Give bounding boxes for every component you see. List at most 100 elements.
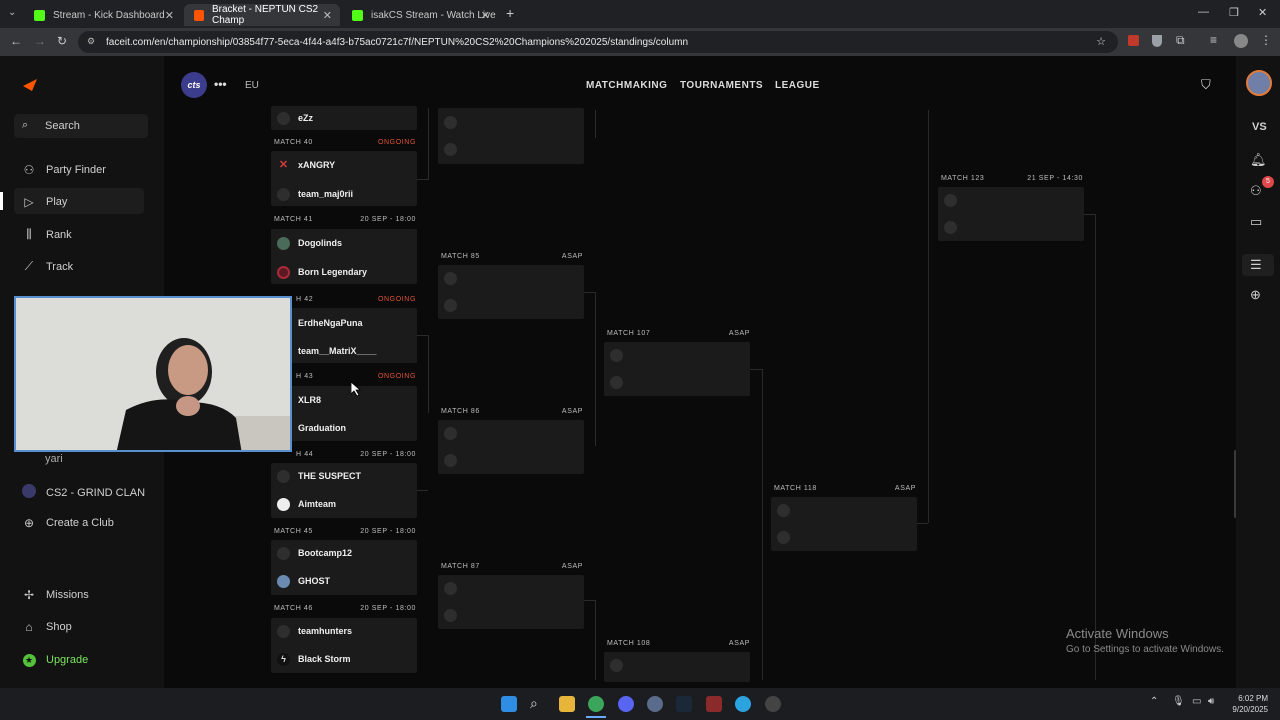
close-tab-icon[interactable]: ✕ xyxy=(481,9,490,22)
telegram-icon[interactable] xyxy=(735,696,751,712)
user-avatar[interactable] xyxy=(1246,70,1272,96)
match-card[interactable]: ErdheNgaPuna team__MatriX____ xyxy=(271,308,417,363)
taskbar-search-icon[interactable]: ⌕ xyxy=(530,695,538,712)
tab-list-icon[interactable]: ⌄ xyxy=(8,7,16,18)
app-record-icon[interactable] xyxy=(765,696,781,712)
add-friend-icon[interactable]: ⊕ xyxy=(1250,287,1261,303)
browser-menu-icon[interactable]: ⋮ xyxy=(1260,33,1272,47)
sidebar-item-shop[interactable]: ⌂ Shop xyxy=(20,620,71,634)
volume-icon[interactable]: 🔊︎ xyxy=(1208,696,1214,707)
network-icon[interactable]: ▭ xyxy=(1192,696,1201,707)
team-row-empty[interactable] xyxy=(444,112,465,132)
team-row-empty[interactable] xyxy=(444,295,465,315)
match-card[interactable]: XLR8 Graduation xyxy=(271,386,417,441)
team-row-empty[interactable] xyxy=(777,500,798,520)
tab-bracket[interactable]: Bracket - NEPTUN CS2 Champ ✕ xyxy=(184,4,340,26)
sidebar-item-play[interactable]: ▷ Play xyxy=(20,195,67,209)
team-row-empty[interactable] xyxy=(944,190,965,210)
match-card[interactable]: Dogolinds Born Legendary xyxy=(271,229,417,284)
minimize-icon[interactable]: — xyxy=(1198,6,1209,18)
sidebar-item-party-finder[interactable]: ⚇ Party Finder xyxy=(20,163,106,177)
team-row-empty[interactable] xyxy=(444,423,465,443)
match-card[interactable] xyxy=(604,342,750,396)
microphone-icon[interactable]: 🎙︎ xyxy=(1172,696,1185,707)
url-field[interactable]: ⚙ faceit.com/en/championship/03854f77-5e… xyxy=(78,31,1118,53)
sidebar-item-missions[interactable]: ✢ Missions xyxy=(20,588,89,602)
team-row[interactable]: ϟ Black Storm xyxy=(277,649,351,669)
nav-league[interactable]: LEAGUE xyxy=(775,80,820,91)
match-card[interactable] xyxy=(938,187,1084,241)
team-row-empty[interactable] xyxy=(610,345,631,365)
team-row[interactable]: teamhunters xyxy=(277,621,352,641)
team-row-empty[interactable] xyxy=(444,605,465,625)
discord-icon[interactable] xyxy=(618,696,634,712)
taskbar-clock-date[interactable]: 9/20/2025 xyxy=(1226,705,1268,714)
match-card[interactable] xyxy=(438,575,584,629)
vs-button[interactable]: VS xyxy=(1252,121,1267,133)
sidebar-item-upgrade[interactable]: ★ Upgrade xyxy=(20,652,88,667)
extensions-icon[interactable]: ⧉ xyxy=(1176,33,1185,48)
app-icon[interactable] xyxy=(647,696,663,712)
close-window-icon[interactable]: ✕ xyxy=(1258,6,1267,19)
team-row-empty[interactable] xyxy=(444,450,465,470)
nav-matchmaking[interactable]: MATCHMAKING xyxy=(586,80,667,91)
team-row-empty[interactable] xyxy=(610,372,631,392)
team-row[interactable]: team_maj0rii xyxy=(277,184,353,204)
profile-avatar-icon[interactable] xyxy=(1234,34,1248,48)
taskbar-clock-time[interactable]: 6:02 PM xyxy=(1232,694,1268,703)
friends-icon[interactable]: ⚇ xyxy=(1250,183,1262,199)
party-list-icon[interactable]: ☰ xyxy=(1250,257,1262,273)
extension-red-icon[interactable] xyxy=(1128,35,1139,46)
team-row-empty[interactable] xyxy=(944,217,965,237)
team-row-empty[interactable] xyxy=(444,578,465,598)
back-icon[interactable]: ← xyxy=(10,34,22,48)
team-row[interactable]: GHOST xyxy=(277,571,330,591)
shopping-bag-icon[interactable]: ⛉ xyxy=(1201,77,1211,93)
start-button-icon[interactable] xyxy=(501,696,517,712)
match-card[interactable] xyxy=(438,265,584,319)
forward-icon[interactable]: → xyxy=(34,34,46,48)
match-card[interactable]: THE SUSPECT Aimteam xyxy=(271,463,417,518)
shield-extension-icon[interactable] xyxy=(1152,35,1162,47)
match-card[interactable]: eZz xyxy=(271,106,417,130)
new-tab-icon[interactable]: + xyxy=(506,5,514,21)
tray-chevron-icon[interactable]: ⌃ xyxy=(1150,696,1158,707)
search-input[interactable]: ⌕ Search xyxy=(14,114,148,138)
team-row-empty[interactable] xyxy=(444,268,465,288)
reload-icon[interactable]: ↻ xyxy=(57,34,67,48)
faceit-logo-icon[interactable] xyxy=(22,78,38,92)
region-label[interactable]: EU xyxy=(245,80,259,91)
team-row[interactable]: THE SUSPECT xyxy=(277,466,361,486)
team-row[interactable]: Aimteam xyxy=(277,494,336,514)
app-shield-icon[interactable] xyxy=(706,696,722,712)
team-row-empty[interactable] xyxy=(444,139,465,159)
team-row[interactable]: ✕ xANGRY xyxy=(277,155,335,175)
bookmark-star-icon[interactable]: ☆ xyxy=(1096,35,1106,48)
site-info-icon[interactable]: ⚙ xyxy=(87,36,95,47)
tab-kick-dashboard[interactable]: Stream - Kick Dashboard ✕ xyxy=(24,4,182,26)
match-card[interactable]: Bootcamp12 GHOST xyxy=(271,540,417,595)
file-explorer-icon[interactable] xyxy=(559,696,575,712)
match-card[interactable]: teamhunters ϟ Black Storm xyxy=(271,618,417,673)
sidebar-item-club[interactable]: CS2 - GRIND CLAN xyxy=(20,484,145,501)
match-card[interactable] xyxy=(438,420,584,474)
team-row-empty[interactable] xyxy=(610,655,631,675)
tab-isakcs-stream[interactable]: isakCS Stream - Watch Live ✕ xyxy=(342,4,498,26)
match-card[interactable] xyxy=(438,108,584,164)
maximize-icon[interactable]: ❐ xyxy=(1229,6,1239,19)
team-row[interactable]: Dogolinds xyxy=(277,233,342,253)
sidebar-item-create-club[interactable]: ⊕ Create a Club xyxy=(20,516,114,530)
team-row[interactable]: Bootcamp12 xyxy=(277,543,352,563)
match-card[interactable]: ✕ xANGRY team_maj0rii xyxy=(271,151,417,206)
notifications-bell-icon[interactable]: 🔔︎ xyxy=(1250,152,1267,168)
more-options-icon[interactable]: ••• xyxy=(214,77,227,91)
chat-icon[interactable]: ▭ xyxy=(1250,214,1262,230)
chrome-icon[interactable] xyxy=(588,696,604,712)
close-tab-icon[interactable]: ✕ xyxy=(165,9,174,22)
match-card[interactable] xyxy=(771,497,917,551)
team-row[interactable]: eZz xyxy=(277,108,313,128)
close-tab-icon[interactable]: ✕ xyxy=(323,9,332,22)
sidebar-item-rank[interactable]: ⫼ Rank xyxy=(20,227,71,242)
nav-tournaments[interactable]: TOURNAMENTS xyxy=(680,80,763,91)
sidebar-club-partial[interactable]: yari xyxy=(45,453,63,465)
